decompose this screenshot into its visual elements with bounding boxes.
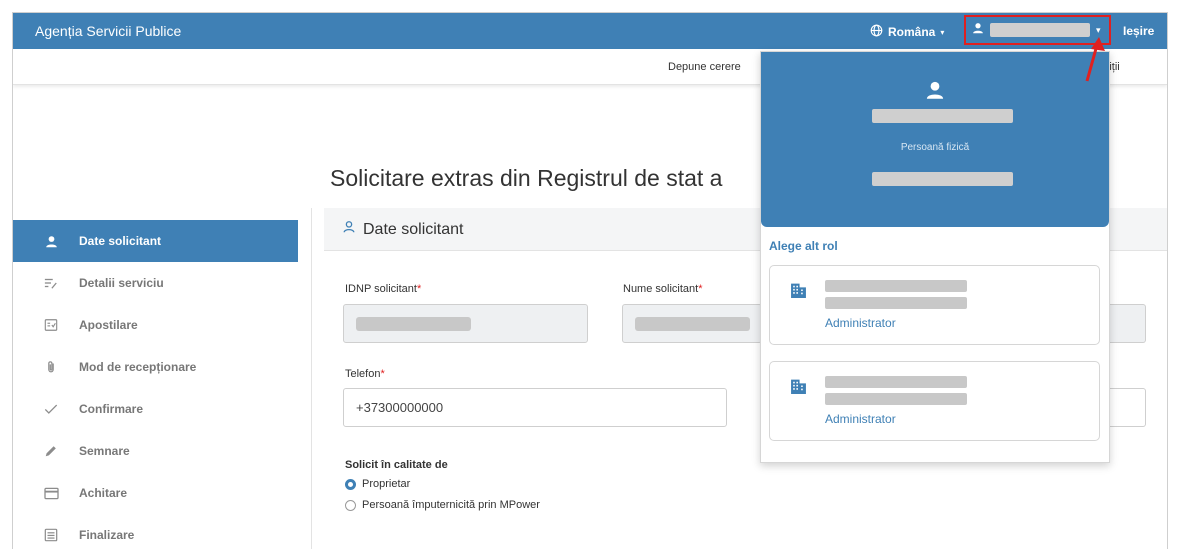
required-mark: * (416, 283, 422, 295)
radio-selected-icon (345, 478, 356, 490)
steps-sidebar: Date solicitant Detalii serviciu Apostil… (13, 220, 298, 549)
step-date-solicitant[interactable]: Date solicitant (13, 220, 298, 262)
chevron-down-icon: ▾ (940, 27, 945, 37)
phone-value: +37300000000 (356, 400, 444, 415)
name-label: Nume solicitant* (623, 283, 702, 295)
pen-icon (43, 443, 59, 459)
document-check-icon (43, 317, 59, 333)
step-label: Date solicitant (79, 234, 162, 248)
person-icon (43, 233, 59, 249)
step-label: Semnare (79, 444, 130, 458)
capacity-label: Solicit în calitate de (345, 459, 448, 471)
redacted-user-name (872, 109, 1013, 123)
current-role: Persoană fizică (900, 142, 970, 153)
radio-unselected-icon (345, 499, 356, 511)
step-confirmare[interactable]: Confirmare (13, 388, 298, 430)
email-field-edge (1105, 388, 1146, 427)
top-bar: Agenția Servicii Publice Româna ▾ ▾ Ieși… (13, 13, 1167, 49)
radio-proxy-label: Persoană împuternicită prin MPower (362, 499, 540, 511)
name-field[interactable] (622, 304, 762, 343)
choose-other-role-label: Alege alt rol (769, 239, 838, 253)
organization-option[interactable]: Administrator (769, 361, 1100, 441)
step-label: Mod de recepționare (79, 360, 197, 374)
building-icon (790, 282, 807, 304)
chevron-down-icon: ▾ (1096, 24, 1101, 35)
sidebar-divider (311, 208, 312, 549)
org-role: Administrator (825, 412, 896, 426)
step-detalii-serviciu[interactable]: Detalii serviciu (13, 262, 298, 304)
required-mark: * (380, 368, 385, 380)
idnp-label-text: IDNP solicitant (345, 283, 417, 295)
step-label: Achitare (79, 486, 128, 500)
annotation-arrow-icon (1085, 37, 1105, 82)
card-icon (43, 485, 59, 501)
step-label: Finalizare (79, 528, 135, 542)
list-icon (43, 527, 59, 543)
checkmark-icon (43, 401, 59, 417)
step-finalizare[interactable]: Finalizare (13, 514, 298, 549)
section-title-row: Date solicitant (342, 220, 464, 239)
paperclip-icon (43, 359, 59, 375)
redacted-org-name (825, 280, 967, 292)
phone-input[interactable]: +37300000000 (343, 388, 727, 427)
name-label-text: Nume solicitant (623, 283, 699, 295)
step-achitare[interactable]: Achitare (13, 472, 298, 514)
page-title: Solicitare extras din Registrul de stat … (330, 165, 723, 191)
step-mod-receptionare[interactable]: Mod de recepționare (13, 346, 298, 388)
logout-link[interactable]: Ieșire (1123, 24, 1154, 38)
redacted-org-name (825, 376, 967, 388)
nav-submit-request[interactable]: Depune cerere (668, 61, 741, 73)
globe-icon (870, 24, 883, 40)
idnp-field[interactable] (343, 304, 588, 343)
user-icon (972, 21, 984, 39)
idnp-label: IDNP solicitant* (345, 283, 421, 295)
section-title: Date solicitant (363, 220, 464, 238)
step-label: Apostilare (79, 318, 138, 332)
list-edit-icon (43, 275, 59, 291)
name-field-edge (1105, 304, 1146, 343)
org-role: Administrator (825, 316, 896, 330)
step-label: Confirmare (79, 402, 144, 416)
step-label: Detalii serviciu (79, 276, 164, 290)
person-outline-icon (342, 220, 356, 239)
app-frame: Agenția Servicii Publice Româna ▾ ▾ Ieși… (12, 12, 1168, 549)
redacted-idnp (356, 317, 471, 331)
phone-label-text: Telefon (345, 368, 381, 380)
required-mark: * (698, 283, 703, 295)
organization-option[interactable]: Administrator (769, 265, 1100, 345)
step-apostilare[interactable]: Apostilare (13, 304, 298, 346)
current-user-card: Persoană fizică (761, 52, 1109, 227)
user-dropdown-panel: Persoană fizică Alege alt rol Administra… (760, 51, 1110, 463)
radio-owner[interactable]: Proprietar (345, 478, 410, 490)
redacted-name (635, 317, 750, 331)
user-icon (925, 80, 945, 105)
redacted-org-id (825, 393, 967, 405)
language-selector[interactable]: Româna ▾ (870, 24, 944, 40)
step-semnare[interactable]: Semnare (13, 430, 298, 472)
language-label: Româna (888, 25, 936, 39)
radio-proxy[interactable]: Persoană împuternicită prin MPower (345, 499, 540, 511)
building-icon (790, 378, 807, 400)
redacted-user-id (872, 172, 1013, 186)
phone-label: Telefon* (345, 368, 385, 380)
radio-owner-label: Proprietar (362, 478, 411, 490)
redacted-org-id (825, 297, 967, 309)
brand-title[interactable]: Agenția Servicii Publice (35, 23, 181, 39)
